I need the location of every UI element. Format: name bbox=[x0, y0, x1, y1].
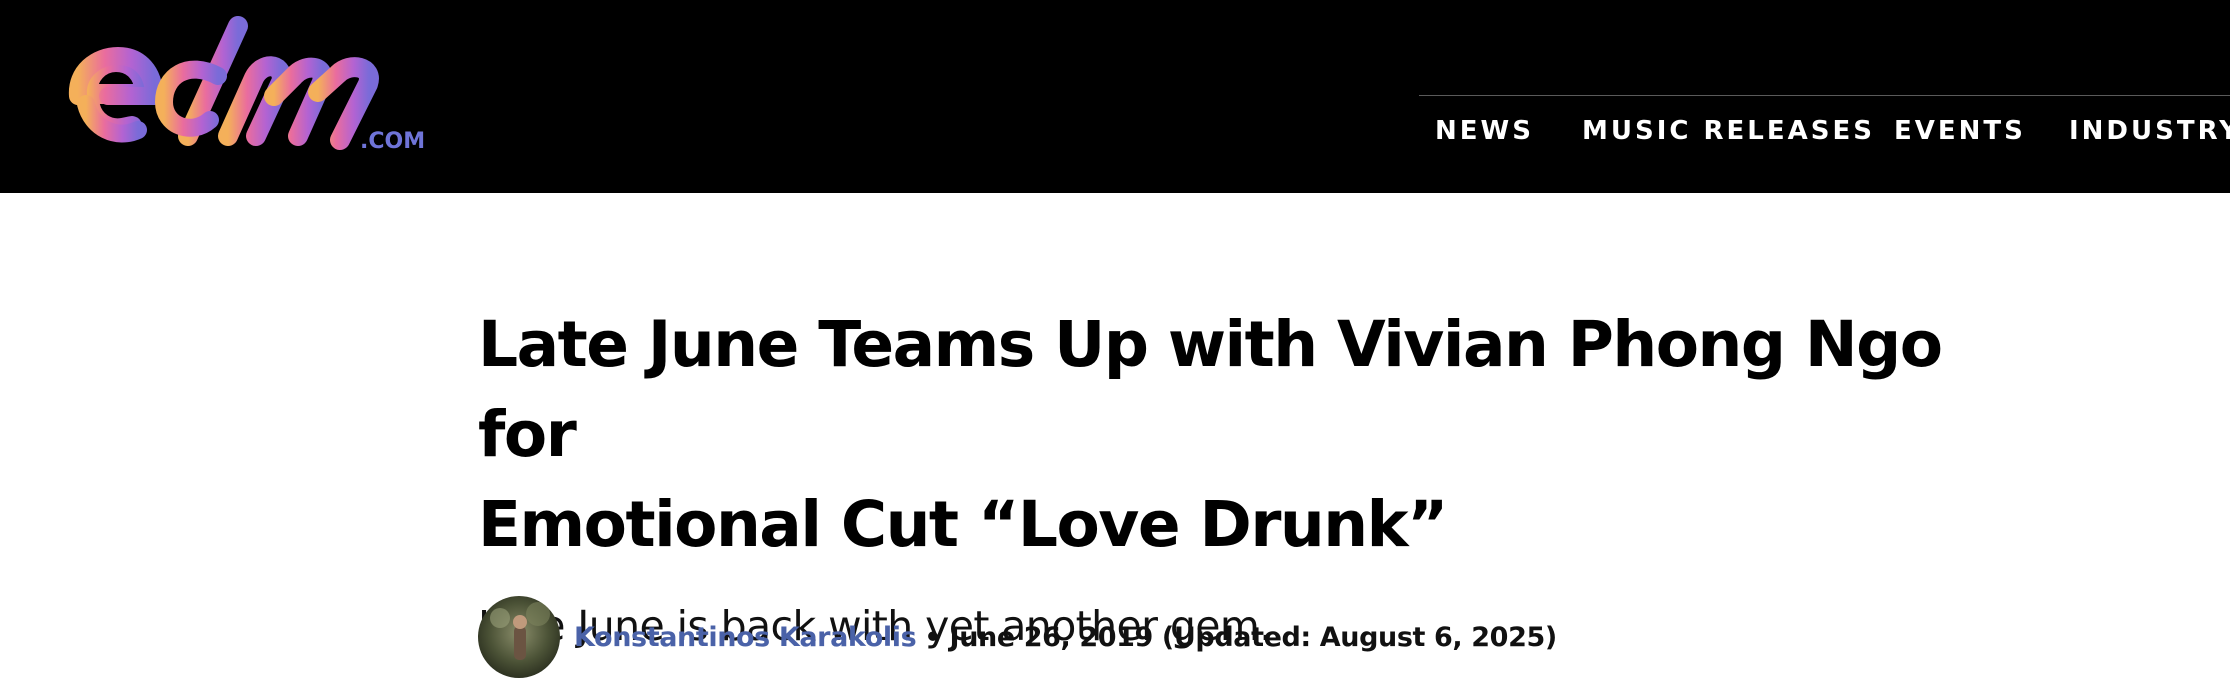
article-header: Late June Teams Up with Vivian Phong Ngo… bbox=[478, 300, 2078, 678]
article-title: Late June Teams Up with Vivian Phong Ngo… bbox=[478, 300, 2038, 570]
nav-item-news[interactable]: NEWS bbox=[1435, 96, 1534, 168]
site-header: .COM NEWS MUSIC RELEASES EVENTS INDUSTRY bbox=[0, 0, 2230, 193]
publish-date: June 26, 2019 (Updated: August 6, 2025) bbox=[949, 621, 1558, 653]
nav-item-events[interactable]: EVENTS bbox=[1894, 96, 2026, 168]
article-title-line-2: Emotional Cut “Love Drunk” bbox=[478, 488, 1448, 561]
author-avatar[interactable] bbox=[478, 596, 560, 678]
edm-logo[interactable]: .COM bbox=[68, 16, 428, 158]
logo-suffix: .COM bbox=[360, 129, 425, 154]
article-title-line-1: Late June Teams Up with Vivian Phong Ngo… bbox=[478, 308, 1943, 471]
byline: Konstantinos Karakolis • June 26, 2019 (… bbox=[478, 596, 1578, 678]
author-link[interactable]: Konstantinos Karakolis bbox=[574, 622, 917, 653]
nav-item-industry[interactable]: INDUSTRY bbox=[2069, 96, 2230, 168]
byline-separator: • bbox=[924, 621, 942, 653]
nav-item-music-releases[interactable]: MUSIC RELEASES bbox=[1582, 96, 1875, 168]
main-nav: NEWS MUSIC RELEASES EVENTS INDUSTRY bbox=[1419, 96, 2230, 168]
